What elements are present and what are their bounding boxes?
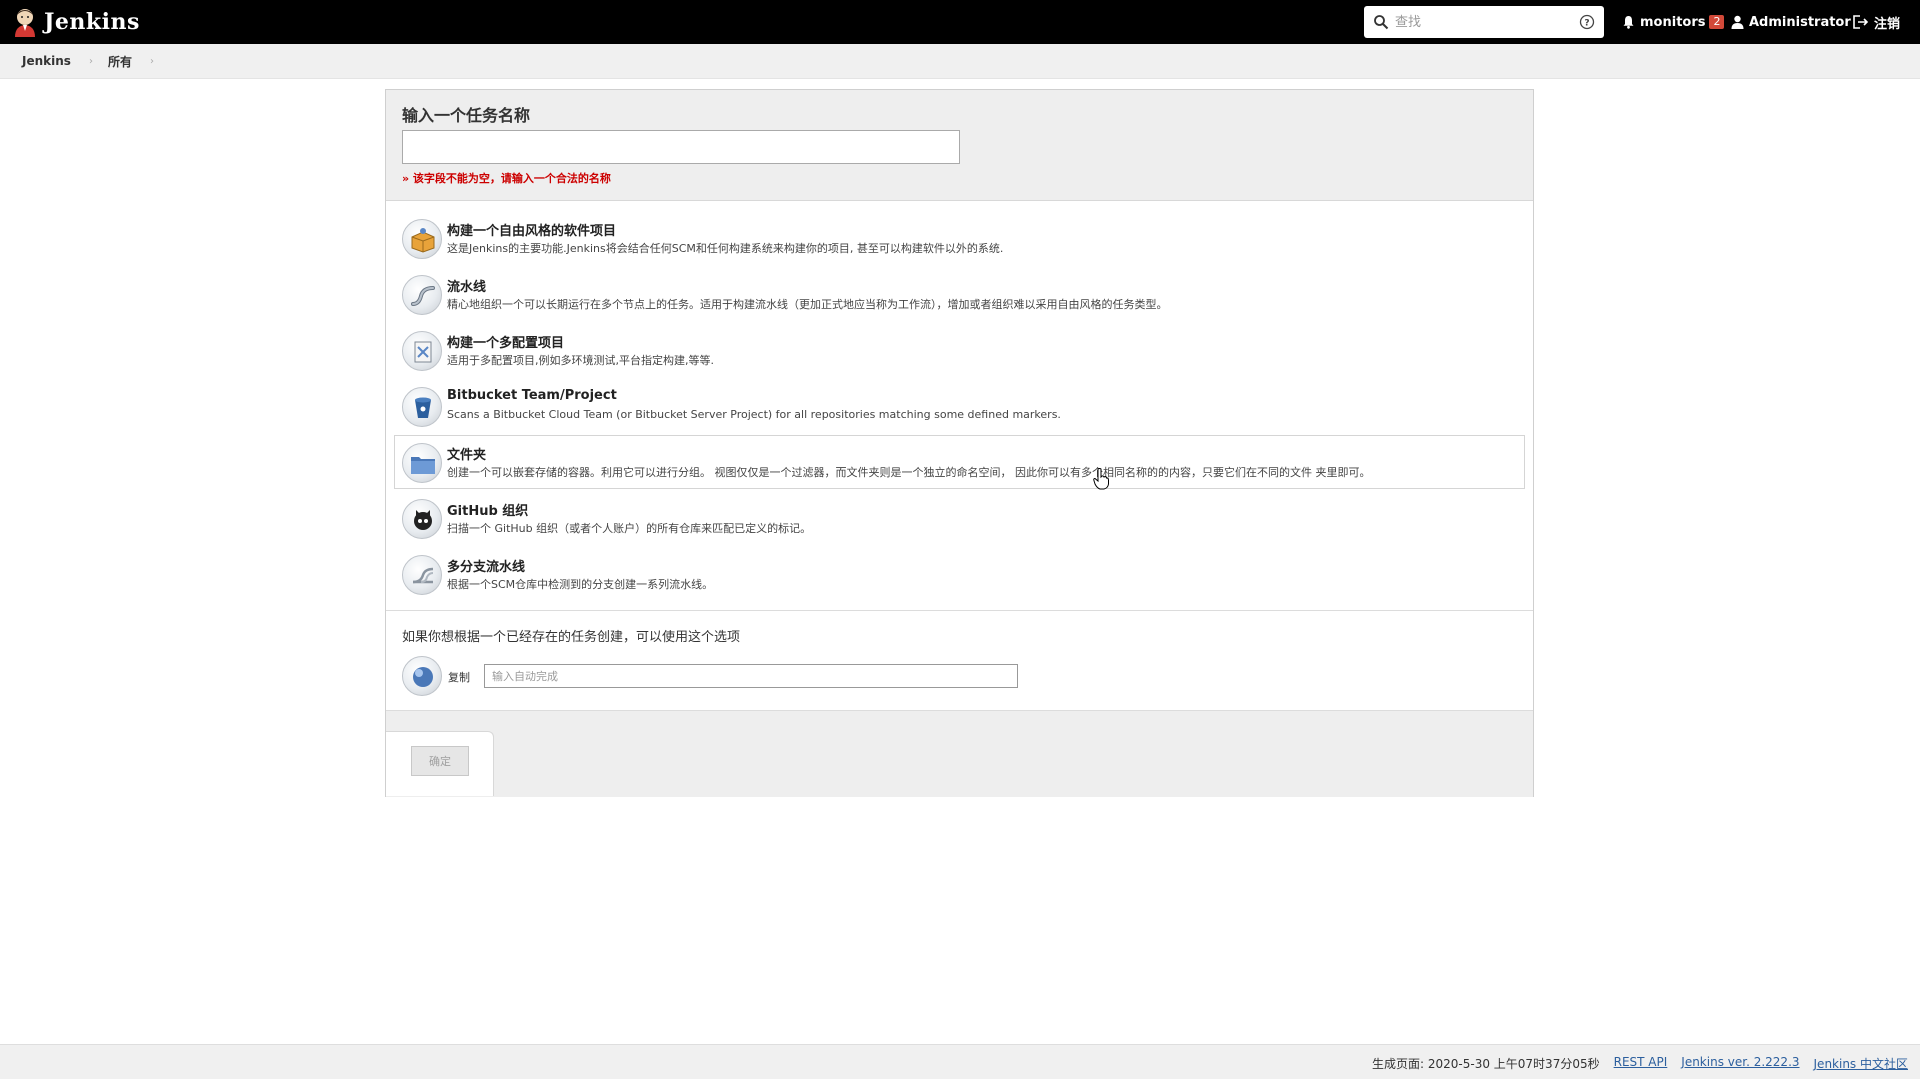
jenkins-version-link[interactable]: Jenkins ver. 2.222.3 xyxy=(1681,1055,1799,1072)
new-item-panel: 输入一个任务名称 » 该字段不能为空，请输入一个合法的名称 构建一个自由风格的软… xyxy=(385,89,1534,797)
item-type-label: Bitbucket Team/Project xyxy=(447,388,617,403)
monitors-link[interactable]: monitors 2 xyxy=(1622,0,1725,44)
item-type-description: 这是Jenkins的主要功能.Jenkins将会结合任何SCM和任何构建系统来构… xyxy=(447,242,1004,255)
rest-api-link[interactable]: REST API xyxy=(1614,1055,1668,1072)
copy-hint: 如果你想根据一个已经存在的任务创建，可以使用这个选项 xyxy=(402,630,741,645)
copy-label: 复制 xyxy=(448,671,470,684)
item-type-description: 根据一个SCM仓库中检测到的分支创建一系列流水线。 xyxy=(447,578,714,591)
search-icon xyxy=(1374,15,1389,30)
help-icon[interactable]: ? xyxy=(1579,14,1595,30)
jenkins-logo[interactable]: Jenkins xyxy=(12,6,140,38)
item-type-label: 文件夹 xyxy=(447,448,487,463)
item-type-description: 创建一个可以嵌套存储的容器。利用它可以进行分组。 视图仅仅是一个过滤器，而文件夹… xyxy=(447,466,1371,479)
ok-button-container: 确定 xyxy=(386,731,494,796)
breadcrumb-jenkins[interactable]: Jenkins xyxy=(22,54,71,68)
item-name-title: 输入一个任务名称 xyxy=(402,106,531,125)
pipeline-icon xyxy=(402,275,442,315)
logout-label: 注销 xyxy=(1874,16,1901,32)
submit-section: 确定 xyxy=(386,710,1533,797)
search-box: ? xyxy=(1364,6,1604,38)
jenkins-community-link[interactable]: Jenkins 中文社区 xyxy=(1814,1055,1908,1072)
jenkins-butler-icon xyxy=(15,9,35,37)
item-name-error: » 该字段不能为空，请输入一个合法的名称 xyxy=(402,172,611,185)
breadcrumb: Jenkins › 所有 › xyxy=(0,44,1920,79)
item-name-section: 输入一个任务名称 » 该字段不能为空，请输入一个合法的名称 xyxy=(386,90,1533,201)
bitbucket-icon xyxy=(402,387,442,427)
item-type-pipeline[interactable]: 流水线 精心地组织一个可以长期运行在多个节点上的任务。适用于构建流水线（更加正式… xyxy=(394,267,1525,321)
item-type-bitbucket[interactable]: Bitbucket Team/Project Scans a Bitbucket… xyxy=(394,379,1525,433)
logout-link[interactable]: 注销 xyxy=(1853,0,1900,44)
user-name: Administrator xyxy=(1749,14,1851,30)
freestyle-box-icon xyxy=(402,219,442,259)
app-name: Jenkins xyxy=(44,9,140,35)
svg-text:?: ? xyxy=(1584,19,1589,29)
github-icon xyxy=(402,499,442,539)
item-type-label: 构建一个多配置项目 xyxy=(447,336,565,351)
item-type-label: GitHub 组织 xyxy=(447,504,529,519)
ok-button[interactable]: 确定 xyxy=(411,746,469,776)
item-type-label: 多分支流水线 xyxy=(447,560,526,575)
top-header: Jenkins ? monitors 2 Administrator xyxy=(0,0,1920,44)
generated-time: 生成页面: 2020-5-30 上午07时37分05秒 xyxy=(1372,1057,1600,1071)
breadcrumb-separator-icon: › xyxy=(88,55,93,67)
logout-icon xyxy=(1853,15,1869,29)
copy-from-input[interactable] xyxy=(484,664,1018,688)
item-type-description: 扫描一个 GitHub 组织（或者个人账户）的所有仓库来匹配已定义的标记。 xyxy=(447,522,812,535)
item-type-multibranch[interactable]: 多分支流水线 根据一个SCM仓库中检测到的分支创建一系列流水线。 xyxy=(394,547,1525,601)
user-icon xyxy=(1731,15,1744,29)
multi-config-icon xyxy=(402,331,442,371)
item-type-multi-config[interactable]: 构建一个多配置项目 适用于多配置项目,例如多环境测试,平台指定构建,等等. xyxy=(394,323,1525,377)
monitors-count-badge: 2 xyxy=(1709,15,1725,29)
item-type-github-org[interactable]: GitHub 组织 扫描一个 GitHub 组织（或者个人账户）的所有仓库来匹配… xyxy=(394,491,1525,545)
hand-cursor-icon xyxy=(1093,468,1109,490)
user-link[interactable]: Administrator xyxy=(1731,0,1851,44)
breadcrumb-all[interactable]: 所有 xyxy=(108,53,132,70)
item-type-description: Scans a Bitbucket Cloud Team (or Bitbuck… xyxy=(447,408,1061,421)
copy-from-section: 如果你想根据一个已经存在的任务创建，可以使用这个选项 复制 xyxy=(386,610,1533,711)
bell-icon xyxy=(1623,16,1634,29)
item-type-freestyle[interactable]: 构建一个自由风格的软件项目 这是Jenkins的主要功能.Jenkins将会结合… xyxy=(394,211,1525,265)
monitors-label: monitors xyxy=(1640,14,1706,30)
item-name-input[interactable] xyxy=(402,130,960,164)
item-type-description: 适用于多配置项目,例如多环境测试,平台指定构建,等等. xyxy=(447,354,714,367)
folder-icon xyxy=(402,443,442,483)
copy-globe-icon xyxy=(402,656,442,696)
search-input[interactable] xyxy=(1395,10,1579,34)
page-footer: 生成页面: 2020-5-30 上午07时37分05秒 REST API Jen… xyxy=(0,1044,1920,1079)
item-type-label: 构建一个自由风格的软件项目 xyxy=(447,224,617,239)
breadcrumb-separator-icon[interactable]: › xyxy=(150,56,154,67)
item-type-description: 精心地组织一个可以长期运行在多个节点上的任务。适用于构建流水线（更加正式地应当称… xyxy=(447,298,1168,311)
item-type-label: 流水线 xyxy=(447,280,487,295)
multibranch-icon xyxy=(402,555,442,595)
item-type-folder[interactable]: 文件夹 创建一个可以嵌套存储的容器。利用它可以进行分组。 视图仅仅是一个过滤器，… xyxy=(394,435,1525,489)
